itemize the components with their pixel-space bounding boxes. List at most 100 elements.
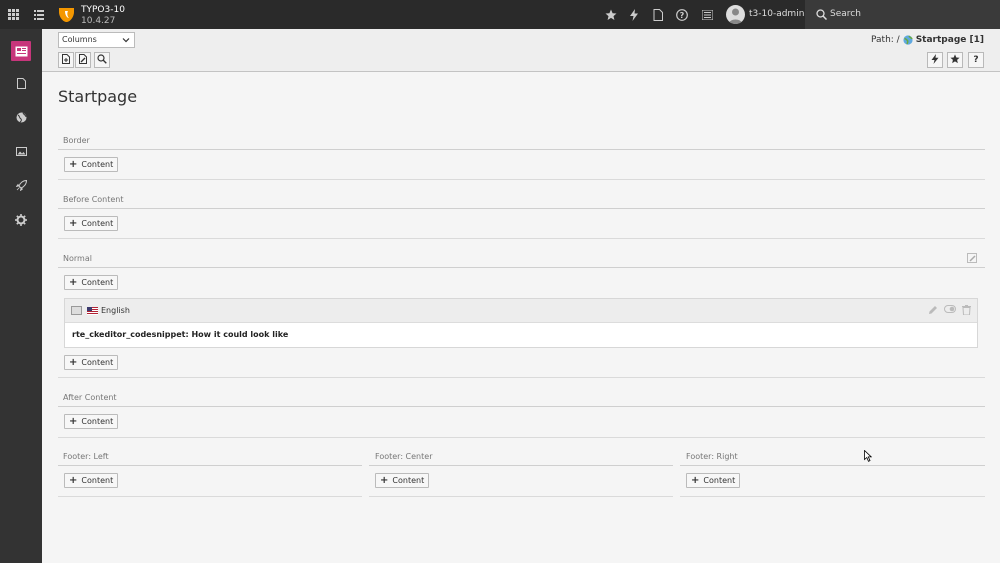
mouse-cursor-icon [864, 449, 873, 462]
clear-page-cache-button[interactable] [927, 52, 943, 68]
column-divider [58, 465, 362, 466]
search-content-button[interactable] [94, 52, 110, 68]
document-new-icon [61, 53, 71, 67]
content-element-actions [928, 305, 971, 318]
module-filelist[interactable] [0, 136, 42, 170]
rocket-icon [15, 179, 27, 194]
column-header-normal: Normal [63, 254, 92, 263]
plus-icon: + [69, 356, 78, 368]
path-label: Path: / [871, 35, 900, 45]
column-bottom-divider [58, 496, 362, 497]
column-bottom-divider [58, 437, 985, 438]
help-button[interactable]: ? [968, 52, 984, 68]
plus-icon: + [69, 217, 78, 229]
doc-header [42, 29, 1000, 72]
module-menu [0, 29, 42, 563]
site-name: TYPO3-10 [81, 5, 125, 15]
column-bottom-divider [680, 496, 985, 497]
site-globe-icon [903, 35, 913, 45]
username[interactable]: t3-10-admin [749, 9, 804, 19]
toggle-visibility-icon[interactable] [944, 305, 956, 318]
delete-trash-icon[interactable] [962, 305, 971, 318]
module-page[interactable] [0, 34, 42, 68]
plus-icon: + [69, 158, 78, 170]
view-mode-select[interactable]: Columns [58, 32, 135, 48]
content-element-text: rte_ckeditor_codesnippet: How it could l… [72, 330, 289, 339]
typo3-logo-icon[interactable] [58, 6, 75, 23]
module-settings[interactable] [0, 204, 42, 238]
module-list[interactable] [0, 68, 42, 102]
plus-icon: + [691, 474, 700, 486]
system-info-list-icon[interactable] [696, 0, 718, 29]
bolt-icon [931, 53, 939, 67]
page-module-icon [11, 41, 31, 61]
magnifier-icon [97, 53, 107, 67]
path-current-page[interactable]: Startpage [1] [916, 35, 984, 45]
top-bar: TYPO3-10 10.4.27 ? t3-10-admin Search [0, 0, 1000, 29]
content-element-header: English [65, 299, 977, 323]
add-content-button-before[interactable]: + Content [64, 216, 119, 231]
page-title: Startpage [58, 87, 138, 106]
add-content-button-border[interactable]: + Content [64, 157, 119, 172]
plus-icon: + [69, 276, 78, 288]
content-element[interactable]: English rte_ckeditor_codesnippet: How it… [64, 298, 978, 348]
edit-page-properties-button[interactable] [75, 52, 91, 68]
column-header-footer-left: Footer: Left [63, 452, 109, 461]
globe-icon [16, 112, 27, 126]
svg-text:?: ? [680, 11, 685, 20]
help-icon[interactable]: ? [671, 0, 693, 29]
user-avatar-icon[interactable] [726, 5, 745, 24]
add-content-label: Content [81, 219, 114, 228]
chevron-down-icon [122, 36, 130, 44]
add-content-label: Content [81, 476, 114, 485]
column-bottom-divider [58, 179, 985, 180]
column-header-after-content: After Content [63, 393, 117, 402]
site-version: 10.4.27 [81, 16, 116, 26]
add-content-button-footer-left[interactable]: + Content [64, 473, 119, 488]
add-content-label: Content [703, 476, 736, 485]
edit-pencil-icon[interactable] [928, 305, 938, 318]
add-content-label: Content [81, 358, 114, 367]
module-view[interactable] [0, 102, 42, 136]
add-content-button-after[interactable]: + Content [64, 414, 119, 429]
new-content-button[interactable] [58, 52, 74, 68]
add-content-label: Content [392, 476, 425, 485]
flag-us-icon [87, 307, 98, 315]
add-content-label: Content [81, 278, 114, 287]
content-type-text-icon [71, 306, 82, 315]
document-edit-icon [78, 53, 88, 67]
column-header-before-content: Before Content [63, 195, 124, 204]
add-content-button-footer-center[interactable]: + Content [375, 473, 430, 488]
search-label: Search [830, 9, 861, 19]
app-grid-icon[interactable] [0, 0, 27, 29]
document-icon[interactable] [647, 0, 669, 29]
add-content-button-normal-bottom[interactable]: + Content [64, 355, 119, 370]
gear-icon [15, 213, 27, 229]
view-mode-select-value: Columns [62, 35, 97, 44]
column-divider [58, 208, 985, 209]
column-divider [58, 149, 985, 150]
add-content-button-normal-top[interactable]: + Content [64, 275, 119, 290]
column-bottom-divider [58, 377, 985, 378]
column-bottom-divider [58, 238, 985, 239]
page-tree-toggle-icon[interactable] [27, 0, 50, 29]
content-language: English [101, 306, 130, 315]
column-divider [58, 406, 985, 407]
column-divider [680, 465, 985, 466]
bookmark-button[interactable] [947, 52, 963, 68]
bookmark-star-icon[interactable] [600, 0, 622, 29]
search-icon [816, 9, 828, 21]
add-content-label: Content [81, 417, 114, 426]
add-content-label: Content [81, 160, 114, 169]
clear-cache-bolt-icon[interactable] [623, 0, 645, 29]
plus-icon: + [69, 415, 78, 427]
column-edit-icon[interactable] [967, 253, 978, 267]
add-content-button-footer-right[interactable]: + Content [686, 473, 741, 488]
column-header-border: Border [63, 136, 90, 145]
plus-icon: + [69, 474, 78, 486]
column-header-footer-center: Footer: Center [375, 452, 433, 461]
image-icon [15, 147, 27, 159]
module-extension-manager[interactable] [0, 170, 42, 204]
column-divider [58, 267, 985, 268]
star-icon [950, 53, 960, 67]
